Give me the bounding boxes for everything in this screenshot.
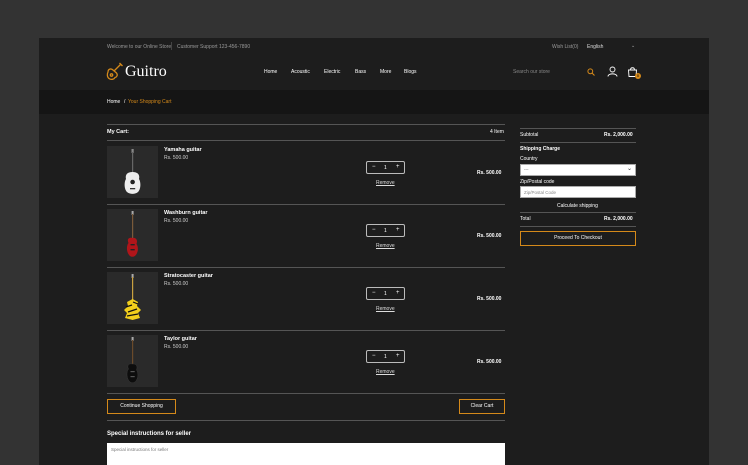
nav-home[interactable]: Home [264,69,277,75]
chevron-down-icon[interactable]: ⌄ [627,165,632,172]
nav-electric[interactable]: Electric [324,69,340,75]
divider [520,128,636,129]
user-icon[interactable] [607,66,618,77]
breadcrumb: Home / Your Shopping Cart [39,90,709,114]
search-icon[interactable] [587,68,595,76]
quantity-value[interactable]: 1 [384,165,387,171]
product-name[interactable]: Stratocaster guitar [164,273,213,279]
divider [107,420,505,421]
chevron-down-icon[interactable]: ⌄ [631,43,635,49]
zip-placeholder: Zip/Postal Code [524,190,557,195]
remove-link[interactable]: Remove [376,180,395,186]
line-total: Rs. 500.00 [477,296,502,302]
divider [107,393,505,394]
store-page: Welcome to our Online Store Customer Sup… [39,38,709,465]
product-image-taylor[interactable] [107,335,158,387]
country-select-value: --- [524,167,529,172]
yellow-tiger-guitar-image [124,274,141,320]
breadcrumb-home[interactable]: Home [107,99,120,105]
nav-bass[interactable]: Bass [355,69,366,75]
divider [107,204,505,205]
product-name[interactable]: Yamaha guitar [164,147,202,153]
nav-blogs[interactable]: Blogs [404,69,417,75]
divider [520,226,636,227]
line-total: Rs. 500.00 [477,170,502,176]
quantity-decrease-button[interactable]: − [372,353,376,359]
line-total: Rs. 500.00 [477,233,502,239]
guitar-logo-icon [106,62,123,81]
divider [107,267,505,268]
quantity-increase-button[interactable]: + [396,164,400,170]
shipping-title: Shipping Charge [520,146,560,152]
quantity-decrease-button[interactable]: − [372,164,376,170]
divider [520,212,636,213]
product-name[interactable]: Washburn guitar [164,210,208,216]
product-image-washburn[interactable] [107,209,158,261]
nav-acoustic[interactable]: Acoustic [291,69,310,75]
clear-cart-button[interactable]: Clear Cart [459,399,505,414]
product-image-stratocaster[interactable] [107,272,158,324]
quantity-value[interactable]: 1 [384,291,387,297]
language-select[interactable]: English [587,44,603,50]
divider [520,142,636,143]
special-instructions-placeholder: Special instructions for seller [111,447,169,452]
breadcrumb-current: Your Shopping Cart [128,99,172,105]
product-name[interactable]: Taylor guitar [164,336,197,342]
checkout-button[interactable]: Proceed To Checkout [520,231,636,246]
quantity-stepper: − 1 + [366,350,405,363]
subtotal-label: Subtotal [520,132,539,138]
remove-link[interactable]: Remove [376,369,395,375]
cart-count-badge: 0 [635,73,641,79]
calculate-shipping-button[interactable]: Calculate shipping [557,203,598,209]
country-label: Country [520,156,538,162]
main-header: Guitro Home Acoustic Electric Bass More … [39,54,709,90]
line-total: Rs. 500.00 [477,359,502,365]
divider [107,330,505,331]
product-price: Rs. 500.00 [164,344,189,350]
cart-title: My Cart: [107,129,130,135]
country-select[interactable] [520,164,636,176]
quantity-increase-button[interactable]: + [396,227,400,233]
red-bass-guitar-image [126,211,138,257]
total-value: Rs. 2,000.00 [604,216,633,222]
black-bass-guitar-image [126,337,139,384]
product-price: Rs. 500.00 [164,218,189,224]
search-input[interactable]: Search our store [513,69,550,75]
quantity-value[interactable]: 1 [384,354,387,360]
product-image-yamaha[interactable] [107,146,158,198]
quantity-stepper: − 1 + [366,161,405,174]
special-instructions-title: Special instructions for seller [107,431,192,437]
wishlist-link[interactable]: Wish List(0) [552,44,578,50]
white-acoustic-guitar-image [124,149,141,194]
quantity-decrease-button[interactable]: − [372,227,376,233]
zip-label: Zip/Postal code [520,179,555,185]
nav-more[interactable]: More [380,69,391,75]
quantity-increase-button[interactable]: + [396,290,400,296]
quantity-value[interactable]: 1 [384,228,387,234]
cart-item-count: 4 Item [490,129,504,135]
divider [107,124,505,125]
remove-link[interactable]: Remove [376,243,395,249]
topbar-divider [171,42,172,50]
quantity-stepper: − 1 + [366,224,405,237]
quantity-stepper: − 1 + [366,287,405,300]
support-text: Customer Support 123-456-7890 [177,44,251,50]
product-price: Rs. 500.00 [164,281,189,287]
welcome-text: Welcome to our Online Store [107,44,172,50]
product-price: Rs. 500.00 [164,155,189,161]
top-bar: Welcome to our Online Store Customer Sup… [39,38,709,54]
continue-shopping-button[interactable]: Continue Shopping [107,399,176,414]
divider [107,140,505,141]
logo-text: Guitro [125,63,167,80]
quantity-decrease-button[interactable]: − [372,290,376,296]
breadcrumb-separator: / [124,99,126,105]
quantity-increase-button[interactable]: + [396,353,400,359]
total-label: Total [520,216,531,222]
remove-link[interactable]: Remove [376,306,395,312]
subtotal-value: Rs. 2,000.00 [604,132,633,138]
